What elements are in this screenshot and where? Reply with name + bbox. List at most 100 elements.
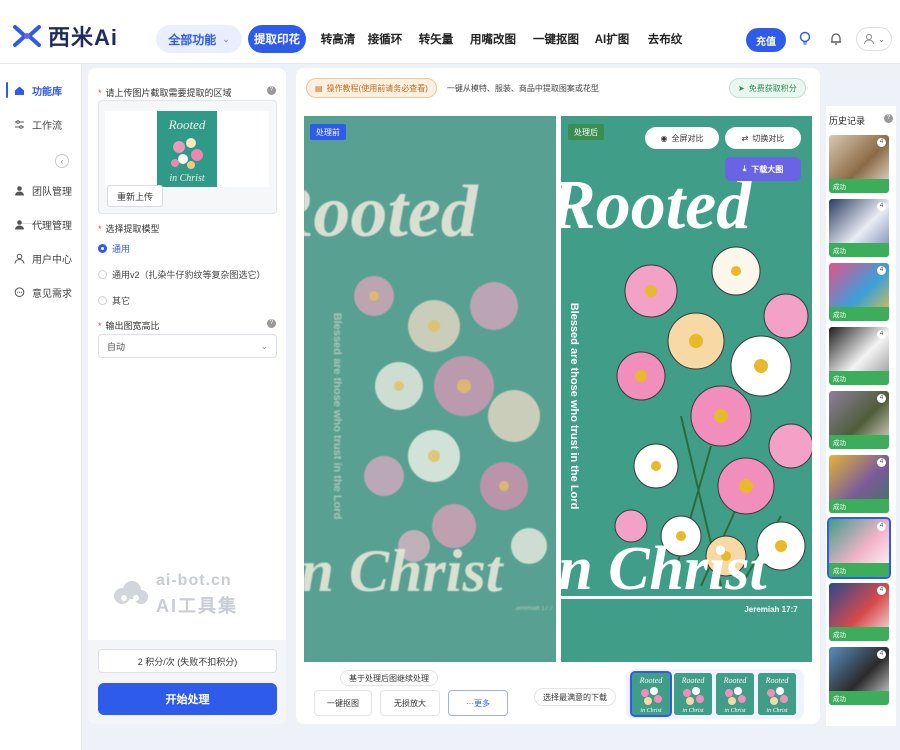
result-thumbnails: Rooted in Christ Rooted in Christ Rooted in C… xyxy=(626,669,804,719)
fullscreen-compare-label: 全屏对比 xyxy=(671,133,704,143)
history-item-count: 4 xyxy=(877,458,886,467)
history-item-count: 4 xyxy=(877,202,886,211)
lossless-upscale-button[interactable]: 无损放大 xyxy=(380,690,440,716)
result-thumbnail[interactable]: Rooted in Christ xyxy=(674,673,712,715)
artwork-small-text: Jeremiah 17:7 xyxy=(744,605,798,614)
sliders-icon xyxy=(15,119,24,129)
download-large-button[interactable]: ⤓ 下载大图 xyxy=(725,157,801,181)
history-item[interactable]: 4 成功 xyxy=(829,391,889,449)
eye-icon: ◉ xyxy=(660,133,668,143)
history-item[interactable]: 4 成功 xyxy=(829,647,889,705)
history-item-status: 成功 xyxy=(829,243,889,257)
start-processing-button[interactable]: 开始处理 xyxy=(98,683,277,715)
switch-compare-button[interactable]: ⇄ 切换对比 xyxy=(725,127,801,149)
history-item[interactable]: 4 成功 xyxy=(829,455,889,513)
model-option-other[interactable]: 其它 xyxy=(98,294,130,307)
free-credits-label: 免费获取积分 xyxy=(748,83,797,93)
history-item-count: 4 xyxy=(877,330,886,339)
left-sidebar: 功能库 工作流 ‹ 团队管理 代理管理 用户中心 意见需求 xyxy=(0,64,82,750)
history-item-count: 4 xyxy=(877,586,886,595)
chevron-left-icon: ‹ xyxy=(60,156,64,166)
history-item-status: 成功 xyxy=(829,435,889,449)
recharge-button[interactable]: 充值 xyxy=(746,28,786,52)
history-item[interactable]: 4 成功 xyxy=(827,517,891,579)
ratio-select[interactable]: 自动 ⌄ xyxy=(98,334,277,358)
svg-text:in Christ: in Christ xyxy=(766,708,788,714)
home-icon xyxy=(15,86,24,95)
sidebar-item-label: 工作流 xyxy=(32,120,62,132)
sidebar-item-workflow[interactable]: 工作流 xyxy=(14,114,62,134)
all-functions-label: 全部功能 xyxy=(168,32,217,47)
model-option-general[interactable]: 通用 xyxy=(98,242,130,255)
uploaded-image-thumbnail: Rooted in Christ xyxy=(157,111,217,187)
collapse-sidebar-button[interactable]: ‹ xyxy=(55,154,69,168)
cost-info: 2 积分/次 (失败不扣积分) xyxy=(98,649,277,673)
sidebar-item-feedback[interactable]: 意见需求 xyxy=(14,282,72,302)
tutorial-link[interactable]: ▤ 操作教程(使用前请务必查看) xyxy=(306,78,437,98)
history-item-count: 4 xyxy=(877,266,886,275)
sidebar-item-agent[interactable]: 代理管理 xyxy=(14,214,72,234)
user-icon xyxy=(15,219,24,229)
upload-area[interactable]: Rooted in Christ 重新上传 xyxy=(98,100,277,214)
upload-label-text: 请上传图片截取需要提取的区域 xyxy=(105,88,232,98)
bell-icon[interactable] xyxy=(827,30,845,48)
radio-dot xyxy=(98,270,107,279)
lightbulb-icon[interactable] xyxy=(796,30,814,48)
free-credits-button[interactable]: ➤ 免费获取积分 xyxy=(729,78,806,98)
result-thumbnail[interactable]: Rooted in Christ xyxy=(758,673,796,715)
history-item[interactable]: 4 成功 xyxy=(829,135,889,193)
before-image: Rooted Blessed are those who trust in th… xyxy=(304,116,556,662)
chat-icon xyxy=(14,286,25,297)
tab-vector[interactable]: 转矢量 xyxy=(414,25,458,53)
reupload-button[interactable]: 重新上传 xyxy=(107,185,163,207)
model-option-general-v2[interactable]: 通用v2（扎染牛仔豹纹等复杂图选它） xyxy=(98,268,266,281)
history-item-status: 成功 xyxy=(829,691,889,705)
compare-canvas[interactable]: Rooted Blessed are those who trust in th… xyxy=(304,116,812,662)
brand-logo[interactable]: 西米Ai xyxy=(12,20,118,52)
help-icon[interactable]: ? xyxy=(884,114,893,123)
tab-cutout[interactable]: 一键抠图 xyxy=(530,25,582,53)
artwork-title-text: Rooted xyxy=(561,167,752,244)
history-item[interactable]: 4 成功 xyxy=(829,327,889,385)
all-functions-dropdown[interactable]: 全部功能 ⌄ xyxy=(156,25,242,53)
user-menu[interactable]: ⌄ xyxy=(856,27,892,51)
watermark-title: AI工具集 xyxy=(156,596,238,616)
history-item[interactable]: 4 成功 xyxy=(829,583,889,641)
settings-panel: * 请上传图片截取需要提取的区域 ? Rooted in Christ 重新上传… xyxy=(88,68,286,724)
tab-extract-print[interactable]: 提取印花 xyxy=(248,25,306,53)
artwork-small-text: Jeremiah 17:7 xyxy=(515,606,554,612)
sidebar-item-team[interactable]: 团队管理 xyxy=(14,180,72,200)
chevron-down-icon: ⌄ xyxy=(222,33,230,44)
help-icon[interactable]: ? xyxy=(267,86,276,95)
download-icon: ⤓ xyxy=(742,164,747,173)
artwork-subtitle-text: in Christ xyxy=(561,535,769,603)
history-item[interactable]: 4 成功 xyxy=(829,199,889,257)
tab-seamless[interactable]: 接循环 xyxy=(364,25,406,53)
sidebar-item-function-library[interactable]: 功能库 xyxy=(6,80,62,100)
model-option-label: 其它 xyxy=(112,296,131,306)
tab-voice-edit[interactable]: 用嘴改图 xyxy=(466,25,520,53)
tab-ai-expand[interactable]: AI扩图 xyxy=(590,25,634,53)
ratio-label: * 输出图宽高比 xyxy=(98,319,160,332)
switch-compare-label: 切换对比 xyxy=(752,133,785,143)
history-item[interactable]: 4 成功 xyxy=(829,263,889,321)
ratio-label-text: 输出图宽高比 xyxy=(105,321,160,331)
result-thumbnail[interactable]: Rooted in Christ xyxy=(630,671,672,717)
continue-processing-hint: 基于处理后图继续处理 xyxy=(340,670,438,686)
sidebar-item-user-center[interactable]: 用户中心 xyxy=(14,248,72,268)
fullscreen-compare-button[interactable]: ◉ 全屏对比 xyxy=(645,127,719,149)
svg-text:in Christ: in Christ xyxy=(682,708,704,714)
tab-hd[interactable]: 转高清 xyxy=(312,25,364,53)
history-item-count: 4 xyxy=(877,522,886,531)
artwork-subtitle-text: in Christ xyxy=(304,538,505,604)
one-click-cutout-button[interactable]: 一键抠图 xyxy=(314,690,372,716)
upload-label: * 请上传图片截取需要提取的区域 xyxy=(98,86,232,99)
pick-best-hint: 选择最满意的下载 xyxy=(534,688,616,706)
history-item-status: 成功 xyxy=(829,627,889,641)
more-actions-button[interactable]: ···更多 xyxy=(448,690,508,716)
result-thumbnail[interactable]: Rooted in Christ xyxy=(716,673,754,715)
tab-remove-texture[interactable]: 去布纹 xyxy=(642,25,688,53)
top-bar: 西米Ai 全部功能 ⌄ 提取印花 转高清 接循环 转矢量 用嘴改图 一键抠图 A… xyxy=(0,0,900,64)
help-icon[interactable]: ? xyxy=(267,319,276,328)
svg-text:Rooted: Rooted xyxy=(723,676,748,685)
